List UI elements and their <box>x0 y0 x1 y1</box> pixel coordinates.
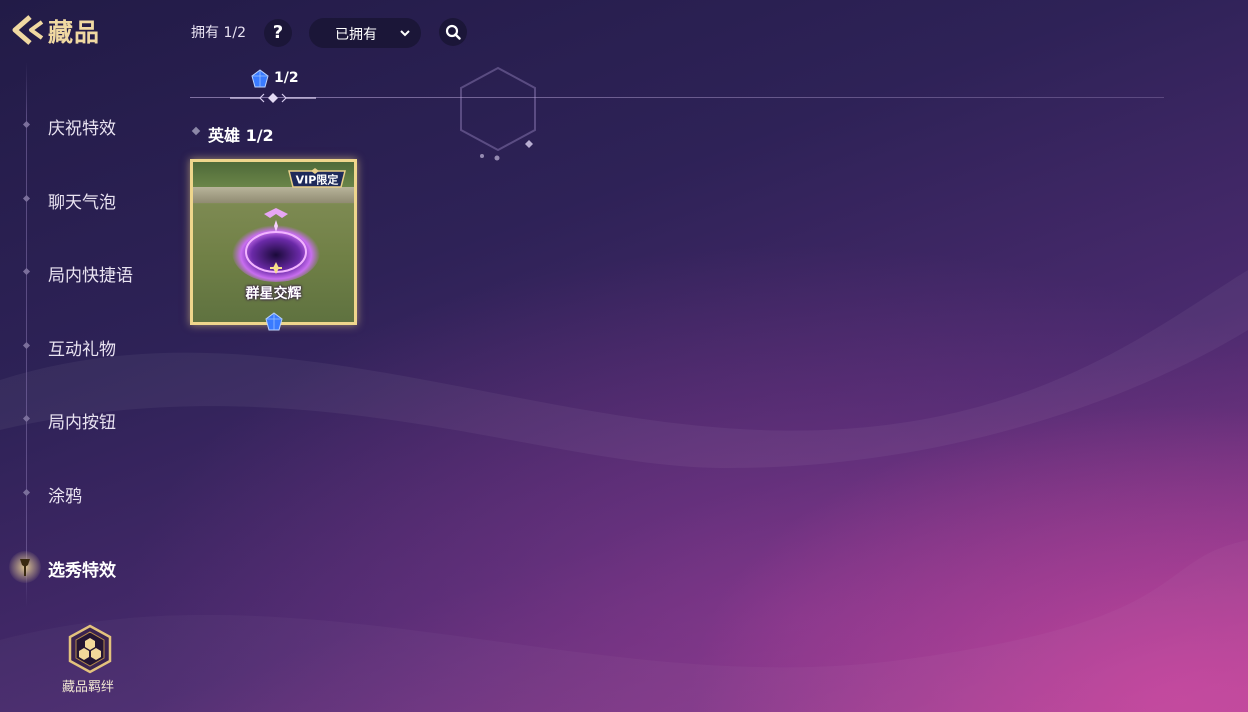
back-button[interactable] <box>12 14 48 46</box>
sidebar-item-celebration-effects[interactable]: 庆祝特效 <box>0 105 170 145</box>
search-icon <box>445 24 461 40</box>
filter-selected-value: 已拥有 <box>335 27 377 43</box>
back-arrow-icon <box>12 15 44 45</box>
bullet-icon <box>22 488 31 497</box>
sidebar-item-in-game-buttons[interactable]: 局内按钮 <box>0 399 170 439</box>
section-bullet <box>191 126 201 136</box>
bullet-icon <box>22 341 31 350</box>
bullet-icon <box>22 120 31 129</box>
bullet-icon <box>22 414 31 423</box>
sidebar-item-interactive-gifts[interactable]: 互动礼物 <box>0 326 170 366</box>
sidebar-item-draft-effects[interactable]: 选秀特效 <box>0 547 170 587</box>
sidebar-item-label: 局内按钮 <box>48 413 116 433</box>
sidebar-item-label: 涂鸦 <box>48 487 82 507</box>
search-button[interactable] <box>439 18 467 46</box>
collection-item-card[interactable]: VIP限定 群星交辉 <box>190 159 357 325</box>
gem-icon <box>251 69 269 88</box>
background-wave <box>0 270 1248 469</box>
item-name: 群星交辉 <box>245 286 302 302</box>
sidebar-item-label: 庆祝特效 <box>48 119 116 139</box>
sidebar-item-label: 聊天气泡 <box>48 193 116 213</box>
hexagon-bond-icon <box>68 624 112 674</box>
help-button[interactable]: ? <box>264 19 292 47</box>
sidebar-item-quick-chat[interactable]: 局内快捷语 <box>0 252 170 292</box>
ownership-filter-select[interactable]: 已拥有 <box>309 18 421 48</box>
sidebar-item-label: 选秀特效 <box>48 561 116 581</box>
collection-bond-button[interactable]: 藏品羁绊 <box>58 624 122 696</box>
sidebar-item-chat-bubble[interactable]: 聊天气泡 <box>0 179 170 219</box>
bond-button-label: 藏品羁绊 <box>61 680 114 695</box>
vip-badge-label: VIP限定 <box>296 173 339 187</box>
page-title: 藏品 <box>48 18 101 47</box>
vip-badge: VIP限定 <box>288 168 346 188</box>
hexagon-decoration-icon <box>460 66 536 161</box>
help-icon: ? <box>272 22 284 43</box>
gem-progress-value: 1/2 <box>274 70 299 86</box>
section-title: 英雄 1/2 <box>208 126 274 145</box>
sidebar-item-label: 互动礼物 <box>48 340 116 360</box>
bullet-icon <box>22 267 31 276</box>
item-artwork-icon <box>232 208 320 282</box>
divider-ornament-icon <box>230 93 316 103</box>
bullet-icon <box>22 194 31 203</box>
owned-count: 拥有 1/2 <box>191 25 246 41</box>
sidebar-item-graffiti[interactable]: 涂鸦 <box>0 473 170 513</box>
top-divider <box>190 97 1164 98</box>
sidebar-item-label: 局内快捷语 <box>48 266 133 286</box>
gem-icon <box>265 312 283 331</box>
pin-icon <box>20 559 30 576</box>
chevron-down-icon <box>400 30 410 37</box>
